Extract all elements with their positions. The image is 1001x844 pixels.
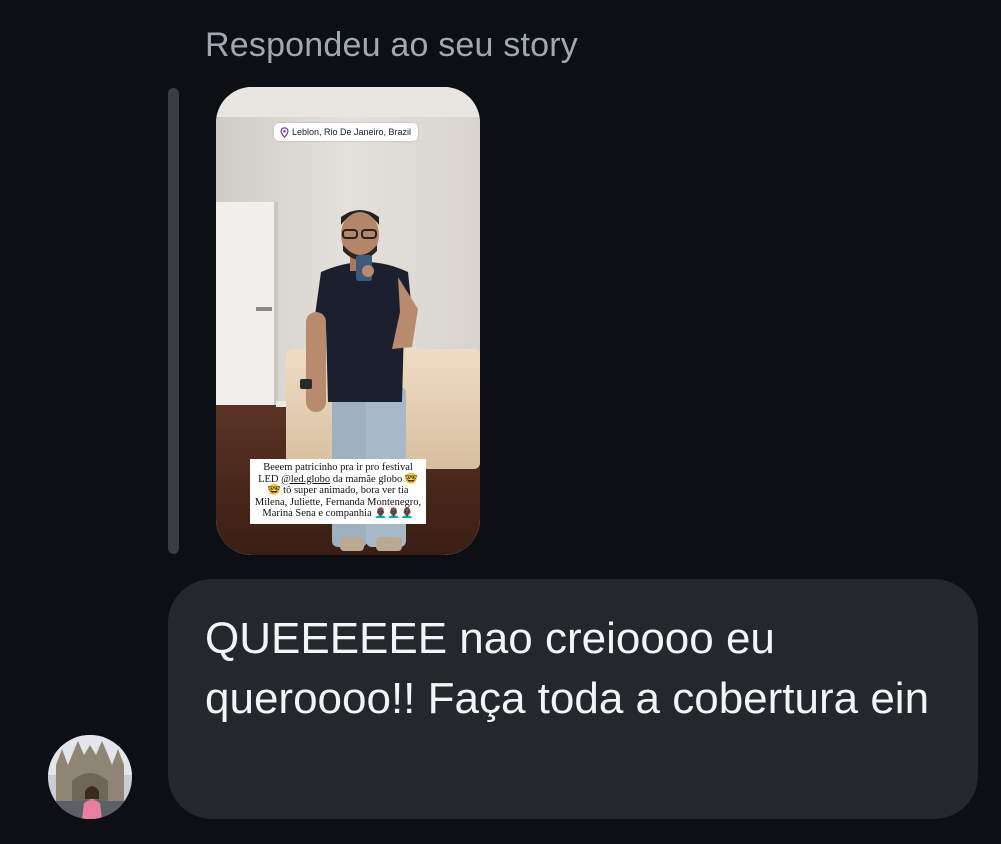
location-sticker[interactable]: Leblon, Rio De Janeiro, Brazil xyxy=(274,123,419,141)
story-preview[interactable]: Leblon, Rio De Janeiro, Brazil Beeem pat… xyxy=(216,87,480,555)
reply-quote-bar xyxy=(168,88,179,554)
caption-mention[interactable]: @led.globo xyxy=(281,474,330,485)
location-pin-icon xyxy=(280,126,289,138)
message-bubble[interactable]: QUEEEEEE nao creioooo eu queroooo!! Faça… xyxy=(168,579,978,819)
message-text: QUEEEEEE nao creioooo eu queroooo!! Faça… xyxy=(205,614,930,723)
location-label: Leblon, Rio De Janeiro, Brazil xyxy=(292,127,412,137)
story-caption: Beeem patricinho pra ir pro festival LED… xyxy=(250,459,426,524)
profile-photo xyxy=(48,735,132,819)
dm-thread: Respondeu ao seu story Leblon, Rio De Ja… xyxy=(0,0,1001,844)
story-reply-header: Respondeu ao seu story xyxy=(205,26,578,64)
avatar[interactable] xyxy=(48,735,132,819)
caption-rest: da mamãe globo 🤓🤓 tô super animado, bora… xyxy=(254,473,422,520)
